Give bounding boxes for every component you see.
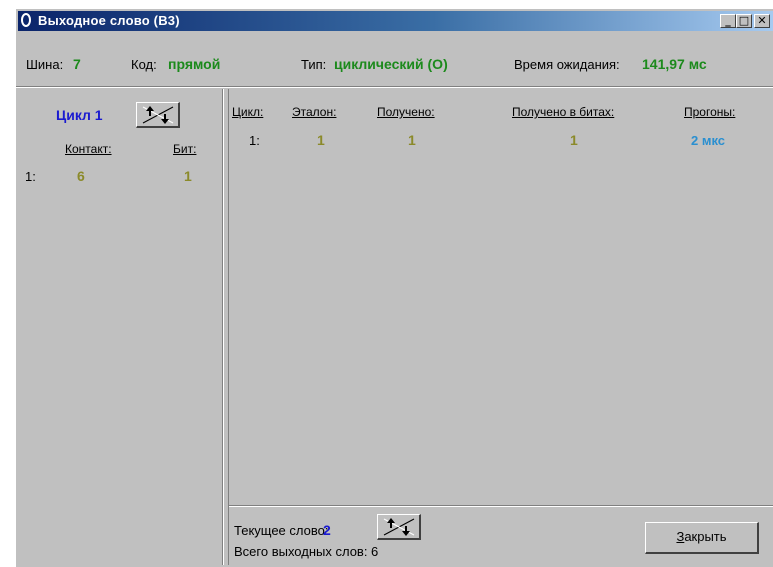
runs-header: Прогоны: bbox=[684, 105, 736, 119]
output-word-window: Выходное слово (В3) _ □ ✕ Шина: 7 Код: п… bbox=[15, 8, 773, 567]
window-title: Выходное слово (В3) bbox=[38, 13, 180, 28]
sort-arrows-icon bbox=[142, 106, 174, 124]
bit-value: 1 bbox=[184, 168, 192, 184]
received-header: Получено: bbox=[377, 105, 435, 119]
sort-arrows-icon bbox=[383, 518, 415, 536]
window-app-icon bbox=[21, 13, 31, 27]
bus-value: 7 bbox=[73, 56, 81, 72]
bit-header: Бит: bbox=[173, 142, 197, 156]
current-word-label: Текущее слово: bbox=[234, 523, 329, 538]
row-index: 1: bbox=[25, 169, 36, 184]
close-button[interactable]: Закрыть bbox=[645, 522, 759, 554]
wait-time-value: 141,97 мс bbox=[642, 56, 707, 72]
close-icon: ✕ bbox=[757, 14, 767, 27]
current-word-value: 2 bbox=[323, 522, 331, 538]
contact-value: 6 bbox=[77, 168, 85, 184]
result-cycle-index: 1: bbox=[249, 133, 260, 148]
word-switch-button[interactable] bbox=[377, 514, 421, 540]
footer-divider bbox=[229, 505, 773, 507]
bus-label: Шина: bbox=[26, 57, 64, 72]
contact-header: Контакт: bbox=[65, 142, 112, 156]
maximize-icon: □ bbox=[738, 14, 750, 27]
title-bar[interactable]: Выходное слово (В3) _ □ ✕ bbox=[18, 11, 773, 31]
type-value: циклический (О) bbox=[334, 56, 448, 72]
received-bits-header: Получено в битах: bbox=[512, 105, 615, 119]
wait-time-label: Время ожидания: bbox=[514, 57, 620, 72]
standard-header: Эталон: bbox=[292, 105, 337, 119]
cycle-contacts-panel: Цикл 1 Контакт: Бит: 1: 6 1 bbox=[18, 89, 223, 565]
minimize-icon: _ bbox=[725, 14, 731, 27]
minimize-button[interactable]: _ bbox=[720, 14, 736, 28]
header-divider bbox=[16, 86, 773, 88]
cycle-switch-button[interactable] bbox=[136, 102, 180, 128]
maximize-button[interactable]: □ bbox=[736, 14, 752, 28]
total-words-text: Всего выходных слов: 6 bbox=[234, 544, 379, 559]
info-bar: Шина: 7 Код: прямой Тип: циклический (О)… bbox=[18, 33, 773, 85]
received-bits-value: 1 bbox=[570, 132, 578, 148]
results-panel: Цикл: Эталон: Получено: Получено в битах… bbox=[229, 89, 773, 565]
code-value: прямой bbox=[168, 56, 221, 72]
close-button-label: акрыть bbox=[684, 529, 727, 544]
standard-value: 1 bbox=[317, 132, 325, 148]
cycle-header: Цикл: bbox=[232, 105, 264, 119]
code-label: Код: bbox=[131, 57, 157, 72]
runs-value: 2 мкс bbox=[691, 133, 726, 148]
cycle-label: Цикл 1 bbox=[56, 107, 103, 123]
received-value: 1 bbox=[408, 132, 416, 148]
type-label: Тип: bbox=[301, 57, 327, 72]
close-window-button[interactable]: ✕ bbox=[754, 14, 770, 28]
